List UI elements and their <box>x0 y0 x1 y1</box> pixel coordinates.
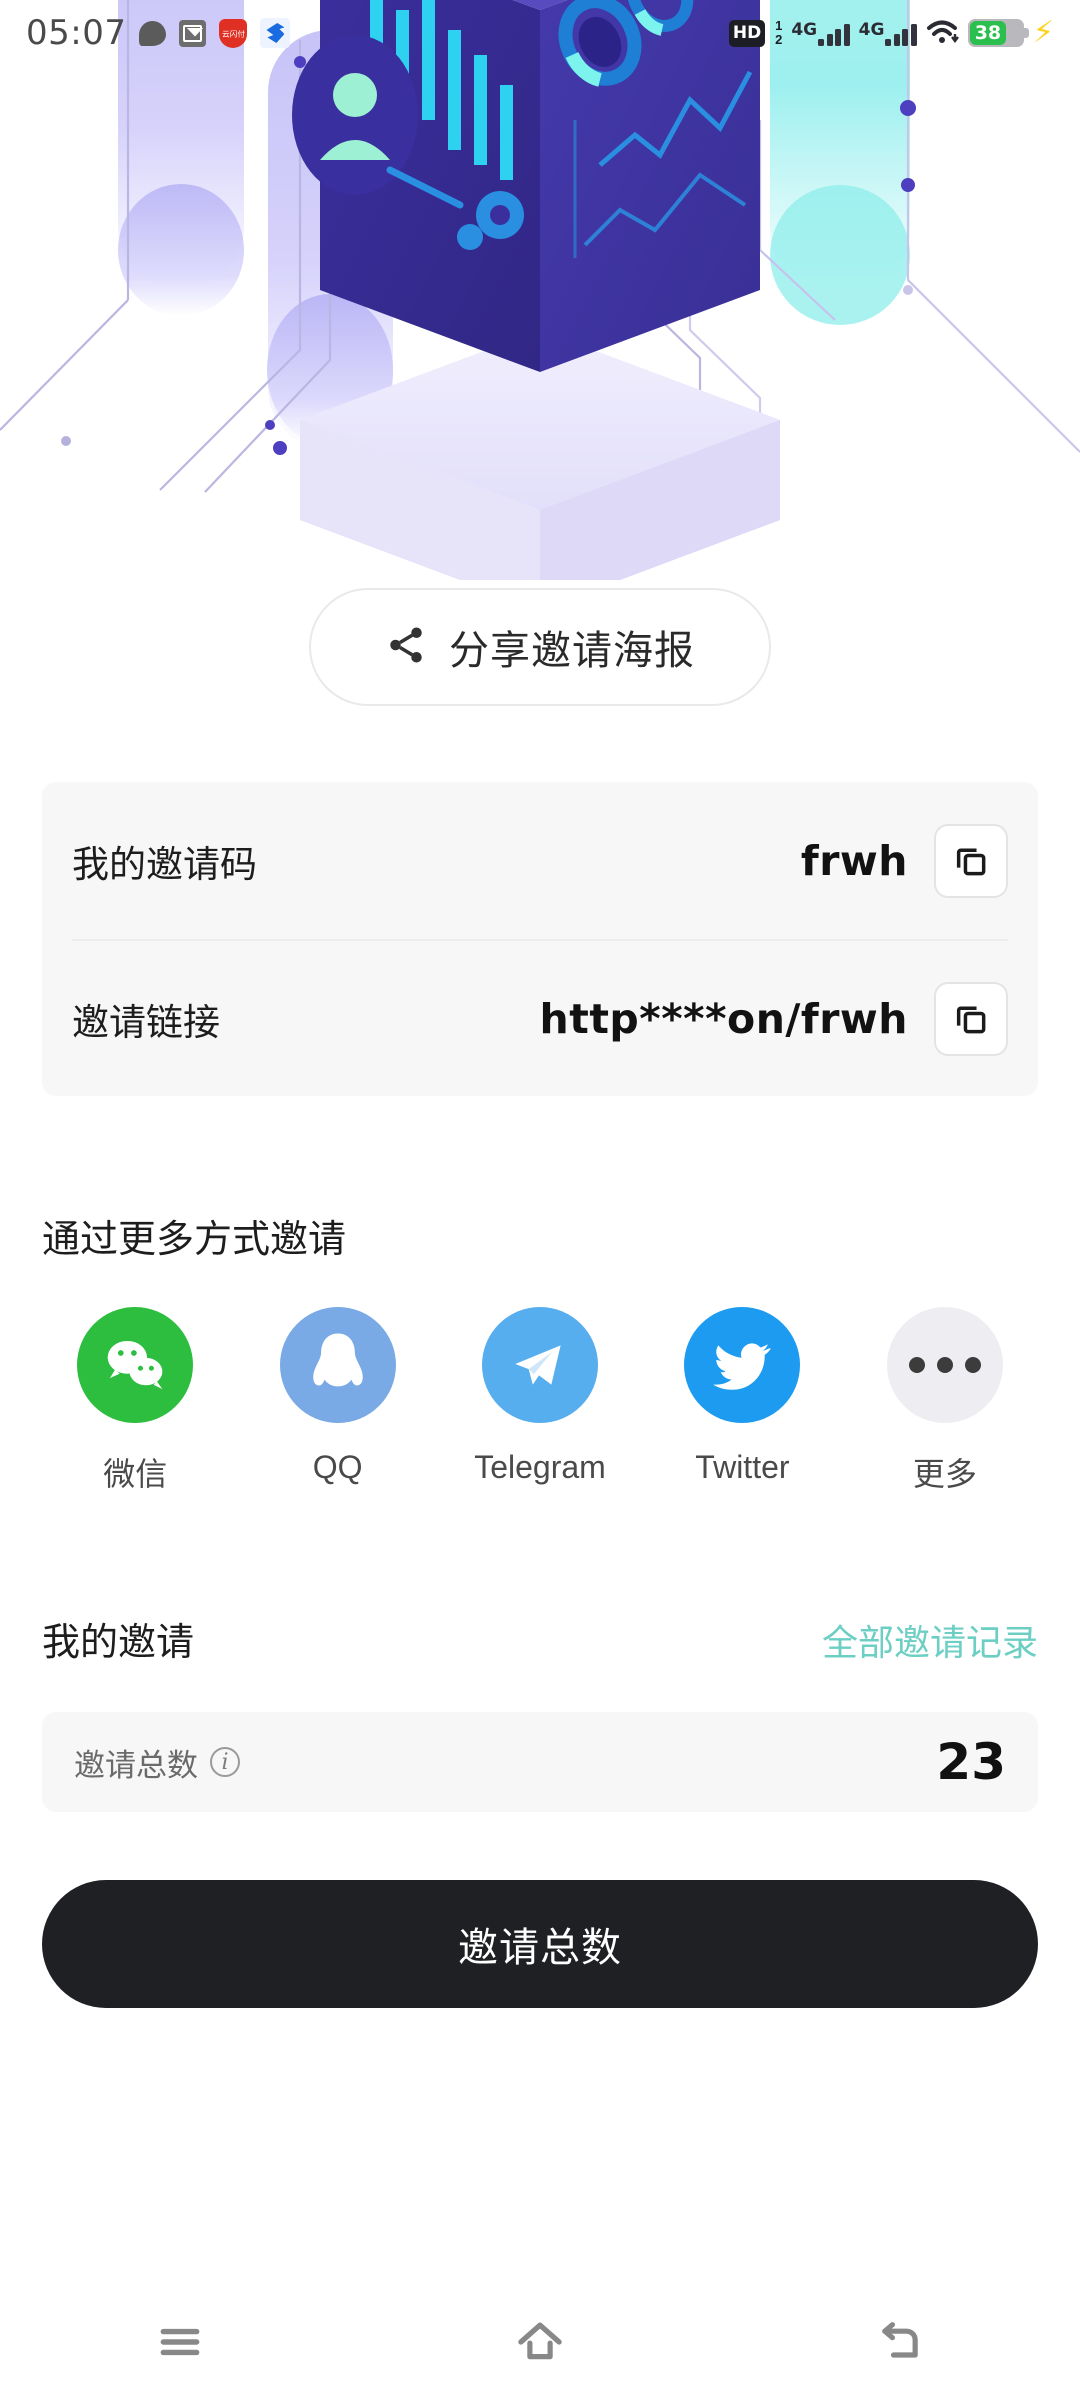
status-time: 05:07 <box>26 13 127 53</box>
invite-link-row: 邀请链接 http****on/frwh <box>72 939 1008 1096</box>
status-bar-right: HD 1 2 4G 4G 38 ⚡ <box>729 18 1054 48</box>
all-invite-records-link[interactable]: 全部邀请记录 <box>822 1614 1038 1666</box>
share-methods-title: 通过更多方式邀请 <box>42 1219 347 1261</box>
signal-bars-1 <box>818 20 850 46</box>
signal-bars-2 <box>885 20 917 46</box>
invite-info-card: 我的邀请码 frwh 邀请链接 http****on/frwh <box>42 782 1038 1096</box>
share-methods-list: 微信 QQ Telegram Twitter 更多 <box>34 1307 1046 1495</box>
chat-bubble-icon <box>139 20 167 46</box>
copy-invite-code-button[interactable] <box>934 823 1008 898</box>
invite-total-value: 23 <box>936 1733 1006 1791</box>
mail-icon <box>179 19 207 47</box>
sim1-label: 1 <box>775 18 783 34</box>
battery-icon: 38 <box>967 19 1029 47</box>
back-icon <box>874 2316 926 2373</box>
sim-slot-indicator: 1 2 <box>775 19 782 46</box>
hero-illustration <box>0 0 1080 580</box>
share-method-label: QQ <box>312 1449 363 1485</box>
network-type-1: 4G <box>791 20 818 40</box>
share-method-wechat[interactable]: 微信 <box>34 1307 236 1495</box>
recents-button[interactable] <box>0 2317 360 2372</box>
share-nodes-icon <box>385 624 427 671</box>
back-button[interactable] <box>720 2316 1080 2373</box>
invite-total-cta-button[interactable]: 邀请总数 <box>42 1880 1038 2008</box>
wechat-icon <box>77 1307 194 1423</box>
signal-group-1: 4G <box>791 20 850 46</box>
cta-label: 邀请总数 <box>458 1926 622 1970</box>
charging-bolt-icon: ⚡ <box>1032 16 1054 49</box>
my-invites-header: 我的邀请 全部邀请记录 <box>42 1611 1038 1666</box>
invite-code-value: frwh <box>800 836 908 885</box>
copy-invite-link-button[interactable] <box>934 981 1008 1056</box>
recents-icon <box>155 2317 205 2372</box>
my-invites-title: 我的邀请 <box>42 1622 195 1664</box>
invite-code-label: 我的邀请码 <box>72 843 257 885</box>
battery-level: 38 <box>969 21 1006 45</box>
invite-link-label: 邀请链接 <box>72 1001 220 1043</box>
signal-group-2: 4G <box>859 20 917 46</box>
sim2-label: 2 <box>775 32 783 47</box>
poster-button-wrap: 分享邀请海报 <box>0 588 1080 706</box>
share-method-label: Twitter <box>695 1449 790 1485</box>
volte-hd-icon: HD <box>729 19 766 47</box>
share-poster-button[interactable]: 分享邀请海报 <box>309 588 771 706</box>
share-method-qq[interactable]: QQ <box>236 1307 438 1495</box>
invite-code-row: 我的邀请码 frwh <box>72 782 1008 939</box>
red-app-label: 云闪付 <box>221 29 245 38</box>
wifi-icon <box>926 20 959 46</box>
share-method-label: Telegram <box>474 1449 606 1485</box>
invite-total-stat: 邀请总数 i 23 <box>42 1712 1038 1812</box>
twitter-icon <box>684 1307 801 1423</box>
qq-icon <box>279 1307 396 1423</box>
red-app-icon: 云闪付 <box>219 18 248 48</box>
network-type-2: 4G <box>858 20 885 40</box>
home-icon <box>513 2315 567 2374</box>
invite-friends-screen: 05:07 云闪付 HD 1 2 4G 4G 38 ⚡ 分享邀请海报 我的邀请码… <box>0 0 1080 2408</box>
share-poster-label: 分享邀请海报 <box>449 629 695 673</box>
info-icon[interactable]: i <box>210 1747 240 1777</box>
share-method-twitter[interactable]: Twitter <box>641 1307 843 1495</box>
share-method-telegram[interactable]: Telegram <box>439 1307 641 1495</box>
status-bar-left: 05:07 云闪付 <box>26 13 291 53</box>
home-button[interactable] <box>360 2315 720 2374</box>
status-bar: 05:07 云闪付 HD 1 2 4G 4G 38 ⚡ <box>0 0 1080 66</box>
system-nav-bar <box>0 2280 1080 2408</box>
invite-total-label: 邀请总数 <box>74 1747 198 1783</box>
blue-app-icon <box>260 18 291 48</box>
telegram-icon <box>482 1307 599 1423</box>
invite-link-value: http****on/frwh <box>539 994 908 1043</box>
share-method-label: 微信 <box>103 1456 168 1492</box>
more-dots-icon <box>886 1307 1003 1423</box>
share-method-more[interactable]: 更多 <box>844 1307 1046 1495</box>
share-method-label: 更多 <box>912 1456 977 1492</box>
